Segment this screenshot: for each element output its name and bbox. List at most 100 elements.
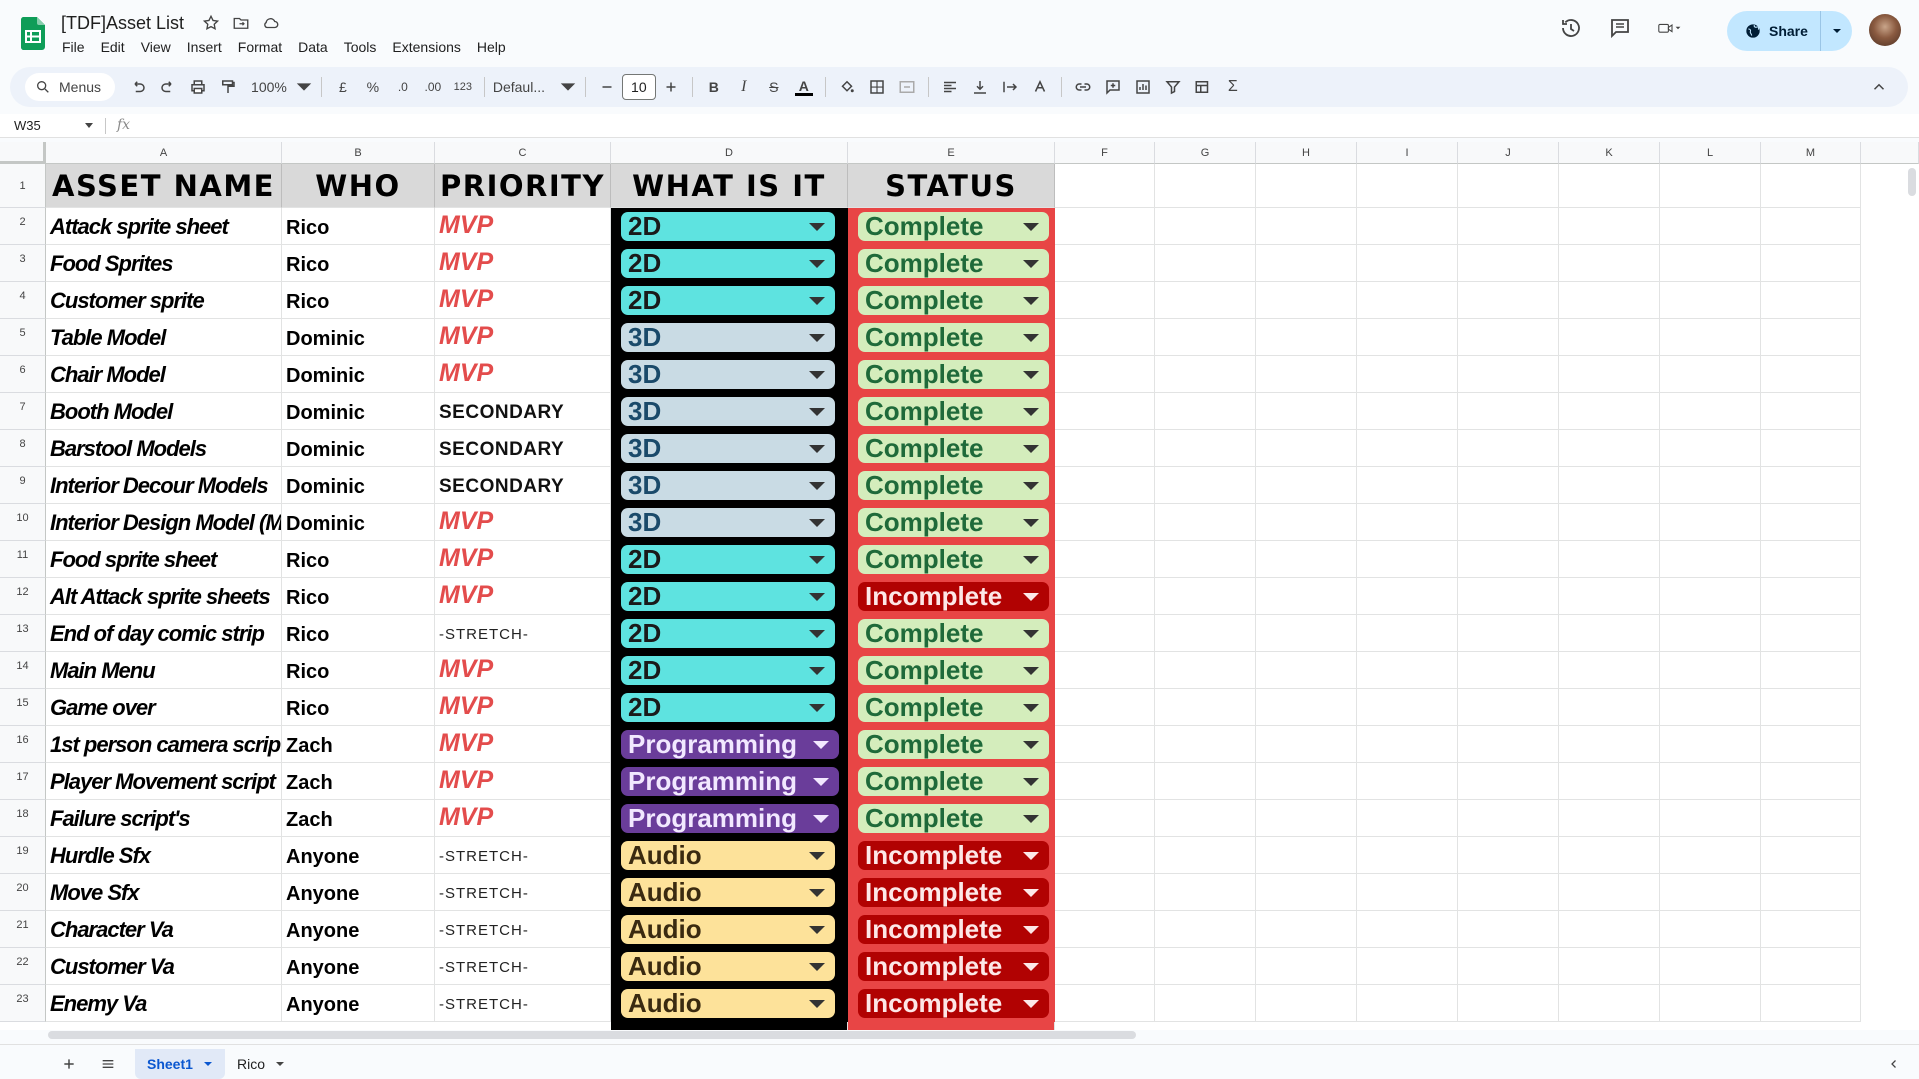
horizontal-align-button[interactable] xyxy=(937,73,963,101)
who-cell[interactable]: Anyone xyxy=(282,948,435,985)
filter-button[interactable] xyxy=(1160,73,1186,101)
asset-name-cell[interactable]: Booth Model xyxy=(46,393,282,430)
row-header[interactable]: 7 xyxy=(0,393,46,430)
document-title[interactable]: [TDF]Asset List xyxy=(61,13,184,34)
grid-cell[interactable] xyxy=(1155,164,1256,208)
grid-cell[interactable] xyxy=(1660,356,1761,393)
grid-cell[interactable] xyxy=(1761,652,1861,689)
grid-cell[interactable] xyxy=(1357,430,1458,467)
grid-cell[interactable] xyxy=(1458,282,1559,319)
status-dropdown-chip[interactable]: Incomplete xyxy=(858,989,1049,1018)
grid-cell[interactable] xyxy=(1256,578,1357,615)
grid-cell[interactable] xyxy=(1357,726,1458,763)
menu-help[interactable]: Help xyxy=(469,37,514,57)
redo-button[interactable] xyxy=(155,73,181,101)
grid-cell[interactable] xyxy=(1357,985,1458,1022)
who-cell[interactable]: Anyone xyxy=(282,911,435,948)
kind-dropdown-chip[interactable]: 2D xyxy=(621,582,835,611)
kind-cell[interactable]: Audio xyxy=(611,837,848,874)
who-cell[interactable]: Dominic xyxy=(282,393,435,430)
status-cell[interactable]: Incomplete xyxy=(848,911,1055,948)
grid-cell[interactable] xyxy=(1458,245,1559,282)
status-cell[interactable]: Complete xyxy=(848,726,1055,763)
grid-cell[interactable] xyxy=(1458,800,1559,837)
kind-dropdown-chip[interactable]: 2D xyxy=(621,249,835,278)
grid-cell[interactable] xyxy=(1055,578,1155,615)
grid-cell[interactable] xyxy=(1559,356,1660,393)
asset-name-cell[interactable]: Hurdle Sfx xyxy=(46,837,282,874)
grid-cell[interactable] xyxy=(1559,837,1660,874)
row-header[interactable]: 12 xyxy=(0,578,46,615)
grid-cell[interactable] xyxy=(1256,689,1357,726)
kind-dropdown-chip[interactable]: 2D xyxy=(621,619,835,648)
grid-cell[interactable] xyxy=(1256,164,1357,208)
who-cell[interactable]: Anyone xyxy=(282,837,435,874)
column-header-a[interactable]: A xyxy=(46,142,282,164)
merge-cells-button[interactable] xyxy=(894,73,920,101)
priority-cell[interactable]: SECONDARY xyxy=(435,467,611,504)
grid-cell[interactable] xyxy=(1458,164,1559,208)
kind-dropdown-chip[interactable]: Audio xyxy=(621,989,835,1018)
grid-cell[interactable] xyxy=(1559,689,1660,726)
status-dropdown-chip[interactable]: Complete xyxy=(858,804,1049,833)
avatar[interactable] xyxy=(1869,14,1901,46)
asset-name-cell[interactable]: Game over xyxy=(46,689,282,726)
status-dropdown-chip[interactable]: Complete xyxy=(858,323,1049,352)
row-header[interactable]: 20 xyxy=(0,874,46,911)
status-dropdown-chip[interactable]: Complete xyxy=(858,619,1049,648)
who-cell[interactable]: Anyone xyxy=(282,985,435,1022)
grid-cell[interactable] xyxy=(1055,689,1155,726)
status-dropdown-chip[interactable]: Incomplete xyxy=(858,841,1049,870)
priority-cell[interactable]: -STRETCH- xyxy=(435,948,611,985)
kind-cell[interactable]: 2D xyxy=(611,578,848,615)
kind-cell[interactable]: 2D xyxy=(611,208,848,245)
grid-cell[interactable] xyxy=(1155,245,1256,282)
grid-cell[interactable] xyxy=(1055,504,1155,541)
grid-cell[interactable] xyxy=(1559,874,1660,911)
grid-cell[interactable] xyxy=(1055,837,1155,874)
grid-cell[interactable] xyxy=(1660,726,1761,763)
grid-cell[interactable] xyxy=(1559,467,1660,504)
grid-cell[interactable] xyxy=(1559,985,1660,1022)
kind-cell[interactable]: 3D xyxy=(611,356,848,393)
priority-cell[interactable]: MVP xyxy=(435,245,611,282)
grid-cell[interactable] xyxy=(1357,467,1458,504)
strikethrough-button[interactable]: S xyxy=(761,73,787,101)
grid-cell[interactable] xyxy=(1761,319,1861,356)
row-header[interactable]: 13 xyxy=(0,615,46,652)
who-cell[interactable]: Rico xyxy=(282,541,435,578)
grid-cell[interactable] xyxy=(1357,504,1458,541)
italic-button[interactable]: I xyxy=(731,73,757,101)
grid-cell[interactable] xyxy=(1559,763,1660,800)
kind-cell[interactable]: 2D xyxy=(611,245,848,282)
status-dropdown-chip[interactable]: Incomplete xyxy=(858,878,1049,907)
status-dropdown-chip[interactable]: Complete xyxy=(858,397,1049,426)
grid-cell[interactable] xyxy=(1357,874,1458,911)
grid-cell[interactable] xyxy=(1357,208,1458,245)
collapse-toolbar-button[interactable] xyxy=(1866,73,1892,101)
grid-cell[interactable] xyxy=(1357,356,1458,393)
row-header[interactable]: 23 xyxy=(0,985,46,1022)
grid-cell[interactable] xyxy=(1357,393,1458,430)
grid-cell[interactable] xyxy=(1559,578,1660,615)
grid-cell[interactable] xyxy=(1458,578,1559,615)
grid-cell[interactable] xyxy=(1761,393,1861,430)
font-size-input[interactable]: 10 xyxy=(621,74,656,100)
grid-cell[interactable] xyxy=(1660,208,1761,245)
asset-name-cell[interactable]: Barstool Models xyxy=(46,430,282,467)
decrease-decimal-button[interactable]: .0 xyxy=(390,73,416,101)
grid-cell[interactable] xyxy=(1256,911,1357,948)
priority-cell[interactable]: MVP xyxy=(435,282,611,319)
column-header-k[interactable]: K xyxy=(1559,142,1660,164)
grid-cell[interactable] xyxy=(1256,541,1357,578)
priority-cell[interactable]: MVP xyxy=(435,763,611,800)
star-icon[interactable] xyxy=(202,14,220,32)
kind-cell[interactable]: 2D xyxy=(611,282,848,319)
grid-cell[interactable] xyxy=(1256,874,1357,911)
grid-cell[interactable] xyxy=(1256,393,1357,430)
row-header[interactable]: 21 xyxy=(0,911,46,948)
status-dropdown-chip[interactable]: Incomplete xyxy=(858,582,1049,611)
who-cell[interactable]: Dominic xyxy=(282,319,435,356)
column-header-d[interactable]: D xyxy=(611,142,848,164)
menu-view[interactable]: View xyxy=(133,37,179,57)
